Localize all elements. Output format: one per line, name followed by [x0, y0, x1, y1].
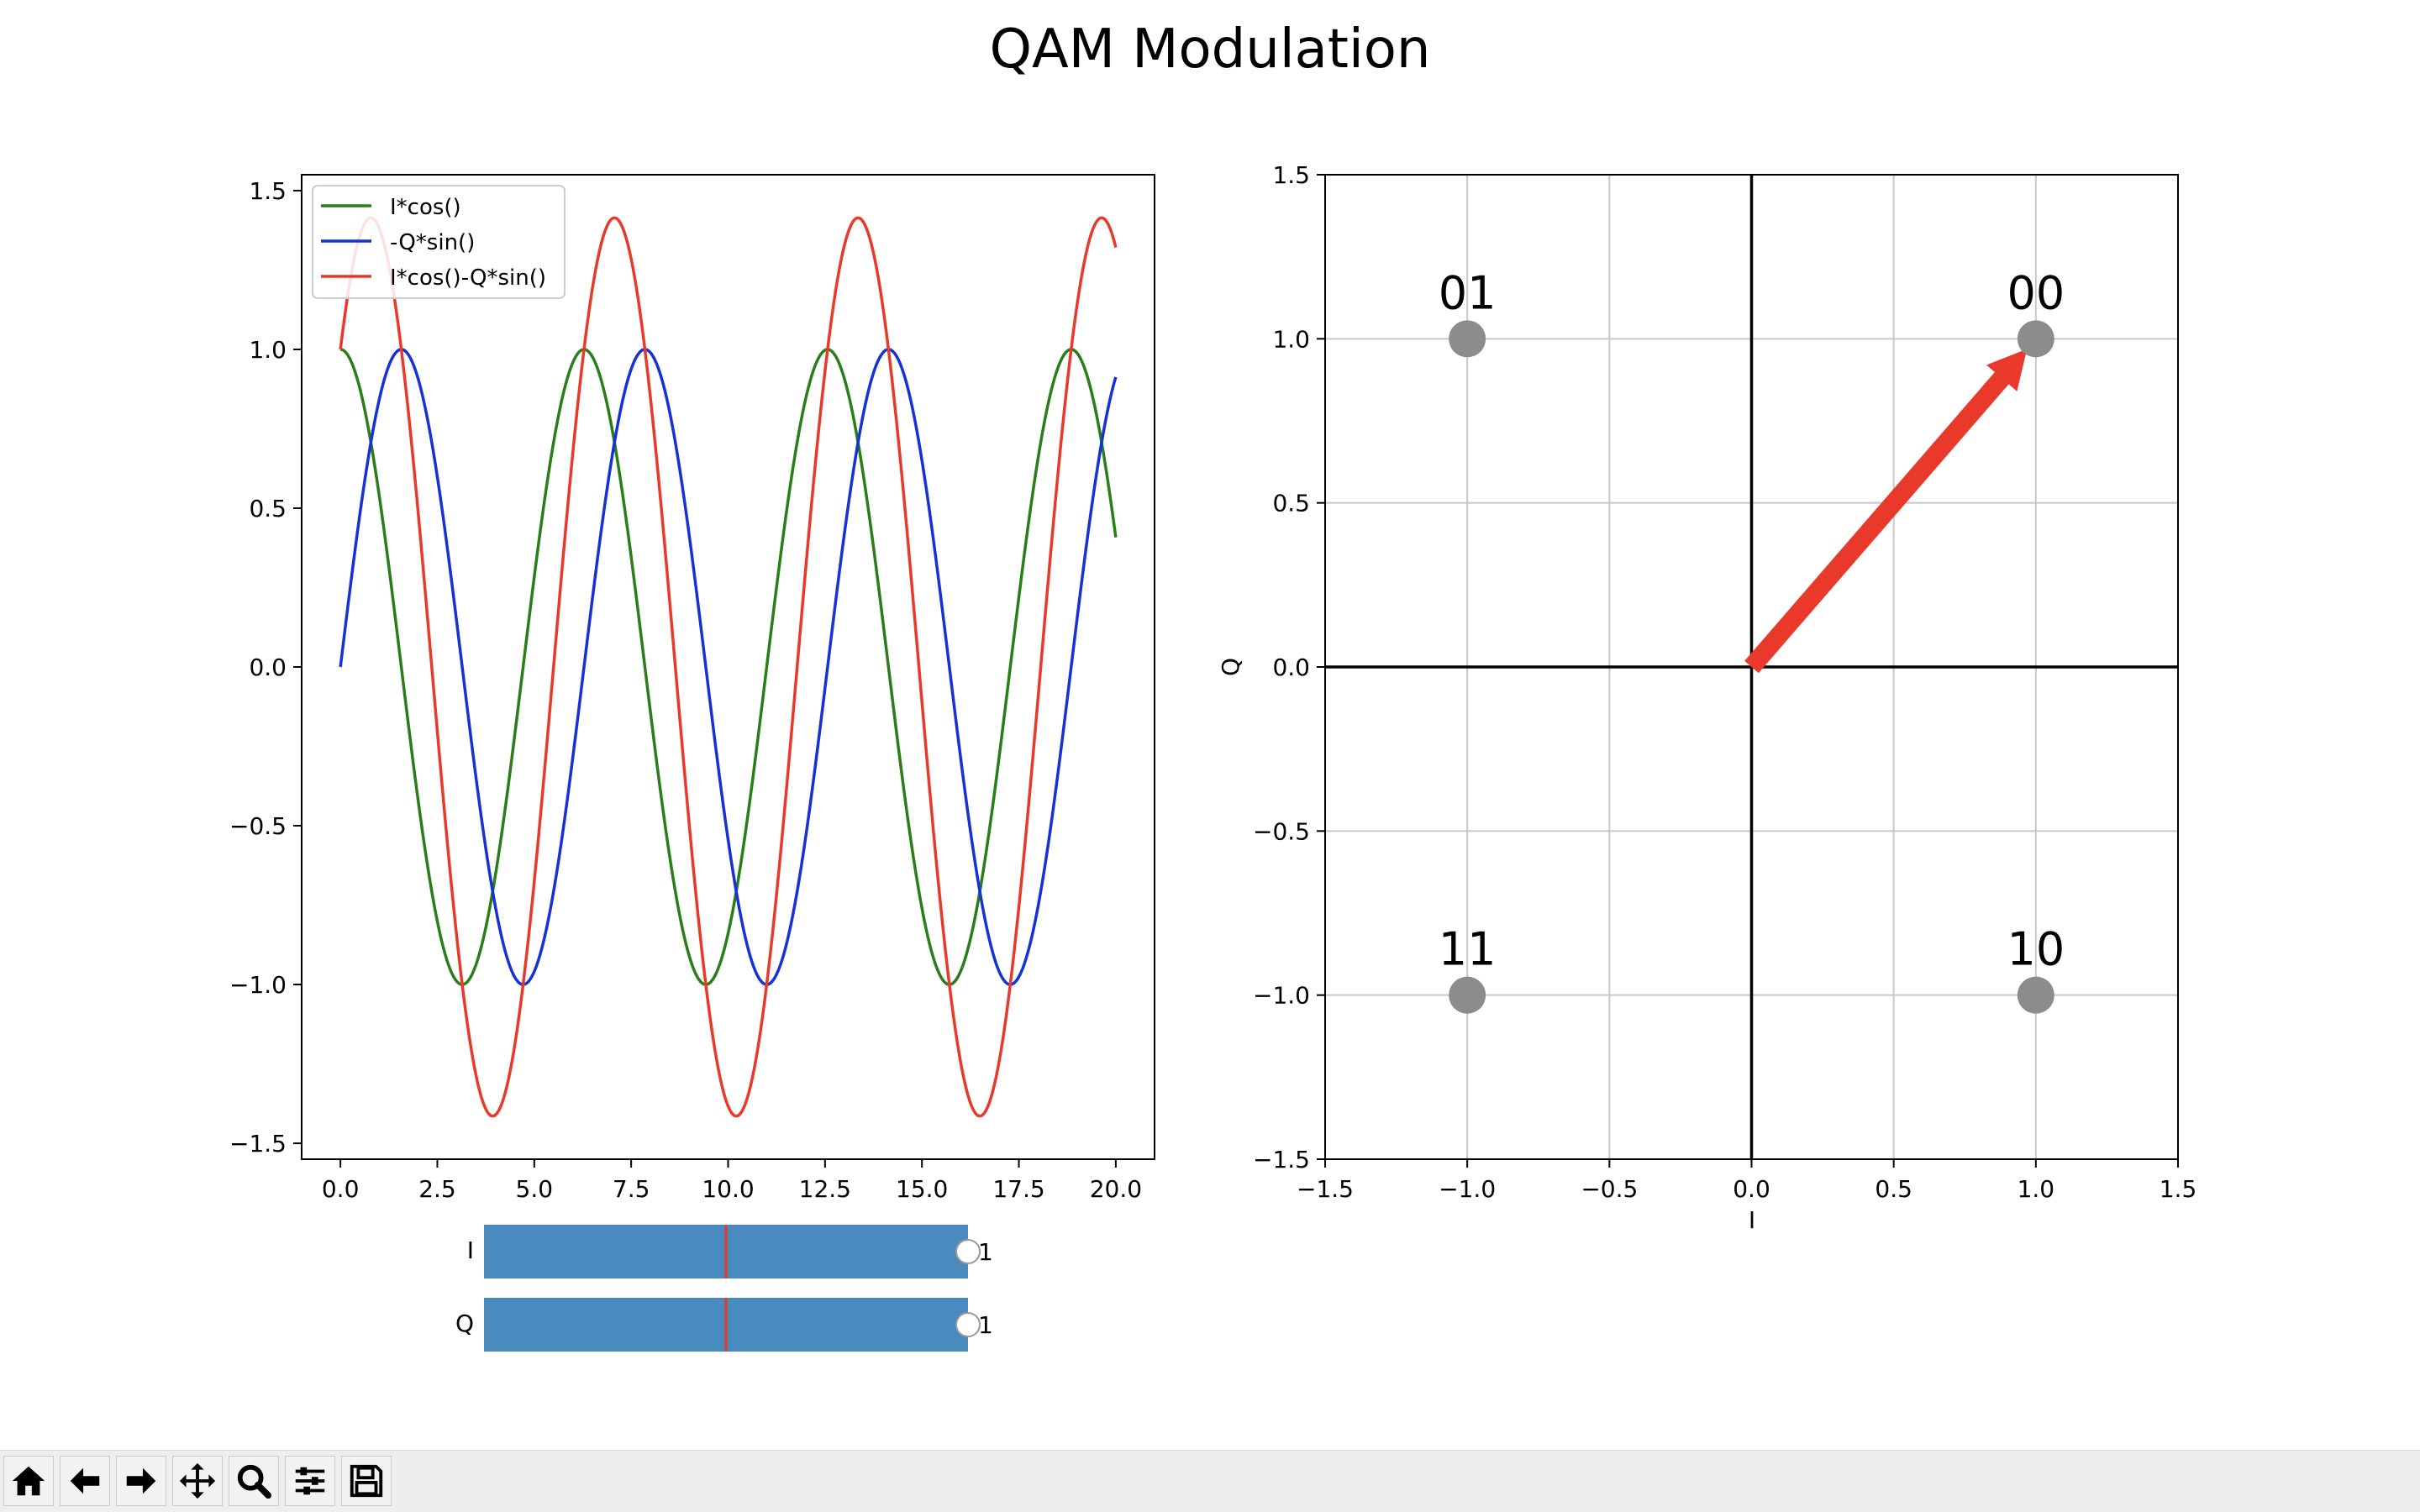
constellation-y-tick-label: −0.5: [1253, 817, 1310, 845]
waveform-x-tick-label: 7.5: [613, 1175, 650, 1203]
constellation-y-tick-label: −1.5: [1253, 1146, 1310, 1173]
constellation-x-tick-label: −1.0: [1439, 1175, 1496, 1203]
constellation-point-11: [1449, 976, 1486, 1014]
slider-q-value: 1: [978, 1311, 993, 1339]
slider-i-value: 1: [978, 1238, 993, 1266]
waveform-y-tick-label: −0.5: [229, 812, 287, 840]
constellation-point-10: [2017, 976, 2054, 1014]
constellation-x-tick-label: −1.5: [1297, 1175, 1354, 1203]
magnifier-icon: [237, 1464, 272, 1499]
waveform-y-tick-label: −1.5: [229, 1130, 287, 1158]
constellation-point-label-10: 10: [2007, 923, 2065, 976]
arrow-left-icon: [70, 1467, 100, 1494]
waveform-y-tick-label: 0.5: [249, 495, 287, 522]
waveform-x-tick-label: 12.5: [799, 1175, 851, 1203]
legend-label-2: -Q*sin(): [390, 230, 475, 255]
slider-q-label: Q: [455, 1310, 474, 1337]
waveform-x-tick-label: 20.0: [1090, 1175, 1142, 1203]
constellation-y-tick-label: 0.0: [1272, 654, 1310, 681]
constellation-point-01: [1449, 320, 1486, 358]
waveform-y-tick-label: 0.0: [249, 654, 287, 681]
floppy-disk-icon: [350, 1464, 383, 1498]
back-button[interactable]: [60, 1456, 110, 1506]
move-icon: [179, 1462, 216, 1499]
waveform-x-tick-label: 5.0: [516, 1175, 554, 1203]
constellation-x-tick-label: 1.5: [2160, 1175, 2197, 1203]
figure-title: QAM Modulation: [990, 18, 1431, 81]
waveform-y-tick-label: 1.5: [249, 177, 287, 205]
constellation-point-label-01: 01: [1439, 266, 1497, 319]
waveform-y-tick-label: −1.0: [229, 971, 287, 999]
constellation-x-tick-label: −0.5: [1581, 1175, 1638, 1203]
sliders-icon: [295, 1467, 325, 1495]
constellation-plot[interactable]: 01 00 11 10 −1.5 −1.0 −0.5 0.0 0.5 1.0 1.5 −1.5 −1…: [1217, 161, 2196, 1234]
slider-i[interactable]: I 1: [467, 1225, 993, 1278]
save-button[interactable]: [341, 1456, 392, 1506]
waveform-x-tick-label: 10.0: [702, 1175, 754, 1203]
constellation-y-tick-label: 1.0: [1272, 325, 1310, 353]
constellation-x-tick-label: 0.5: [1875, 1175, 1912, 1203]
slider-q-handle[interactable]: [955, 1312, 981, 1337]
navigation-toolbar: [0, 1450, 2420, 1512]
waveform-y-tick-label: 1.0: [249, 336, 287, 364]
slider-q[interactable]: Q 1: [455, 1298, 993, 1352]
waveform-legend: I*cos()-Q*sin()I*cos()-Q*sin(): [312, 185, 566, 299]
configure-subplots-button[interactable]: [285, 1456, 335, 1506]
waveform-x-tick-label: 17.5: [992, 1175, 1044, 1203]
slider-i-label: I: [467, 1236, 474, 1264]
constellation-y-tick-label: 1.5: [1272, 161, 1310, 189]
zoom-button[interactable]: [229, 1456, 279, 1506]
constellation-x-tick-label: 1.0: [2018, 1175, 2055, 1203]
home-button[interactable]: [3, 1456, 54, 1506]
pan-button[interactable]: [172, 1456, 223, 1506]
constellation-y-tick-label: 0.5: [1272, 490, 1310, 517]
constellation-x-axis-label: I: [1749, 1206, 1755, 1234]
waveform-x-tick-label: 0.0: [322, 1175, 360, 1203]
constellation-x-tick-label: 0.0: [1733, 1175, 1770, 1203]
constellation-point-label-11: 11: [1439, 923, 1497, 976]
legend-label-3: I*cos()-Q*sin(): [390, 265, 546, 291]
constellation-y-tick-label: −1.0: [1253, 982, 1310, 1010]
waveform-x-tick-label: 2.5: [418, 1175, 456, 1203]
legend-label-1: I*cos(): [390, 195, 461, 220]
home-icon: [12, 1466, 45, 1496]
waveform-x-tick-label: 15.0: [896, 1175, 948, 1203]
arrow-right-icon: [126, 1467, 156, 1494]
constellation-point-label-00: 00: [2007, 266, 2065, 319]
figure-canvas: QAM Modulation 0.0 2.5 5.0 7.5 10.0 12.5 15.0 1…: [229, 18, 2196, 1352]
constellation-point-00: [2017, 320, 2054, 358]
waveform-plot[interactable]: 0.0 2.5 5.0 7.5 10.0 12.5 15.0 17.5 20.0 −1.5 −1.…: [229, 174, 1155, 1203]
forward-button[interactable]: [116, 1456, 166, 1506]
waveform-plot-background: [302, 175, 1155, 1159]
constellation-y-axis-label: Q: [1217, 658, 1244, 676]
slider-i-handle[interactable]: [955, 1239, 981, 1264]
